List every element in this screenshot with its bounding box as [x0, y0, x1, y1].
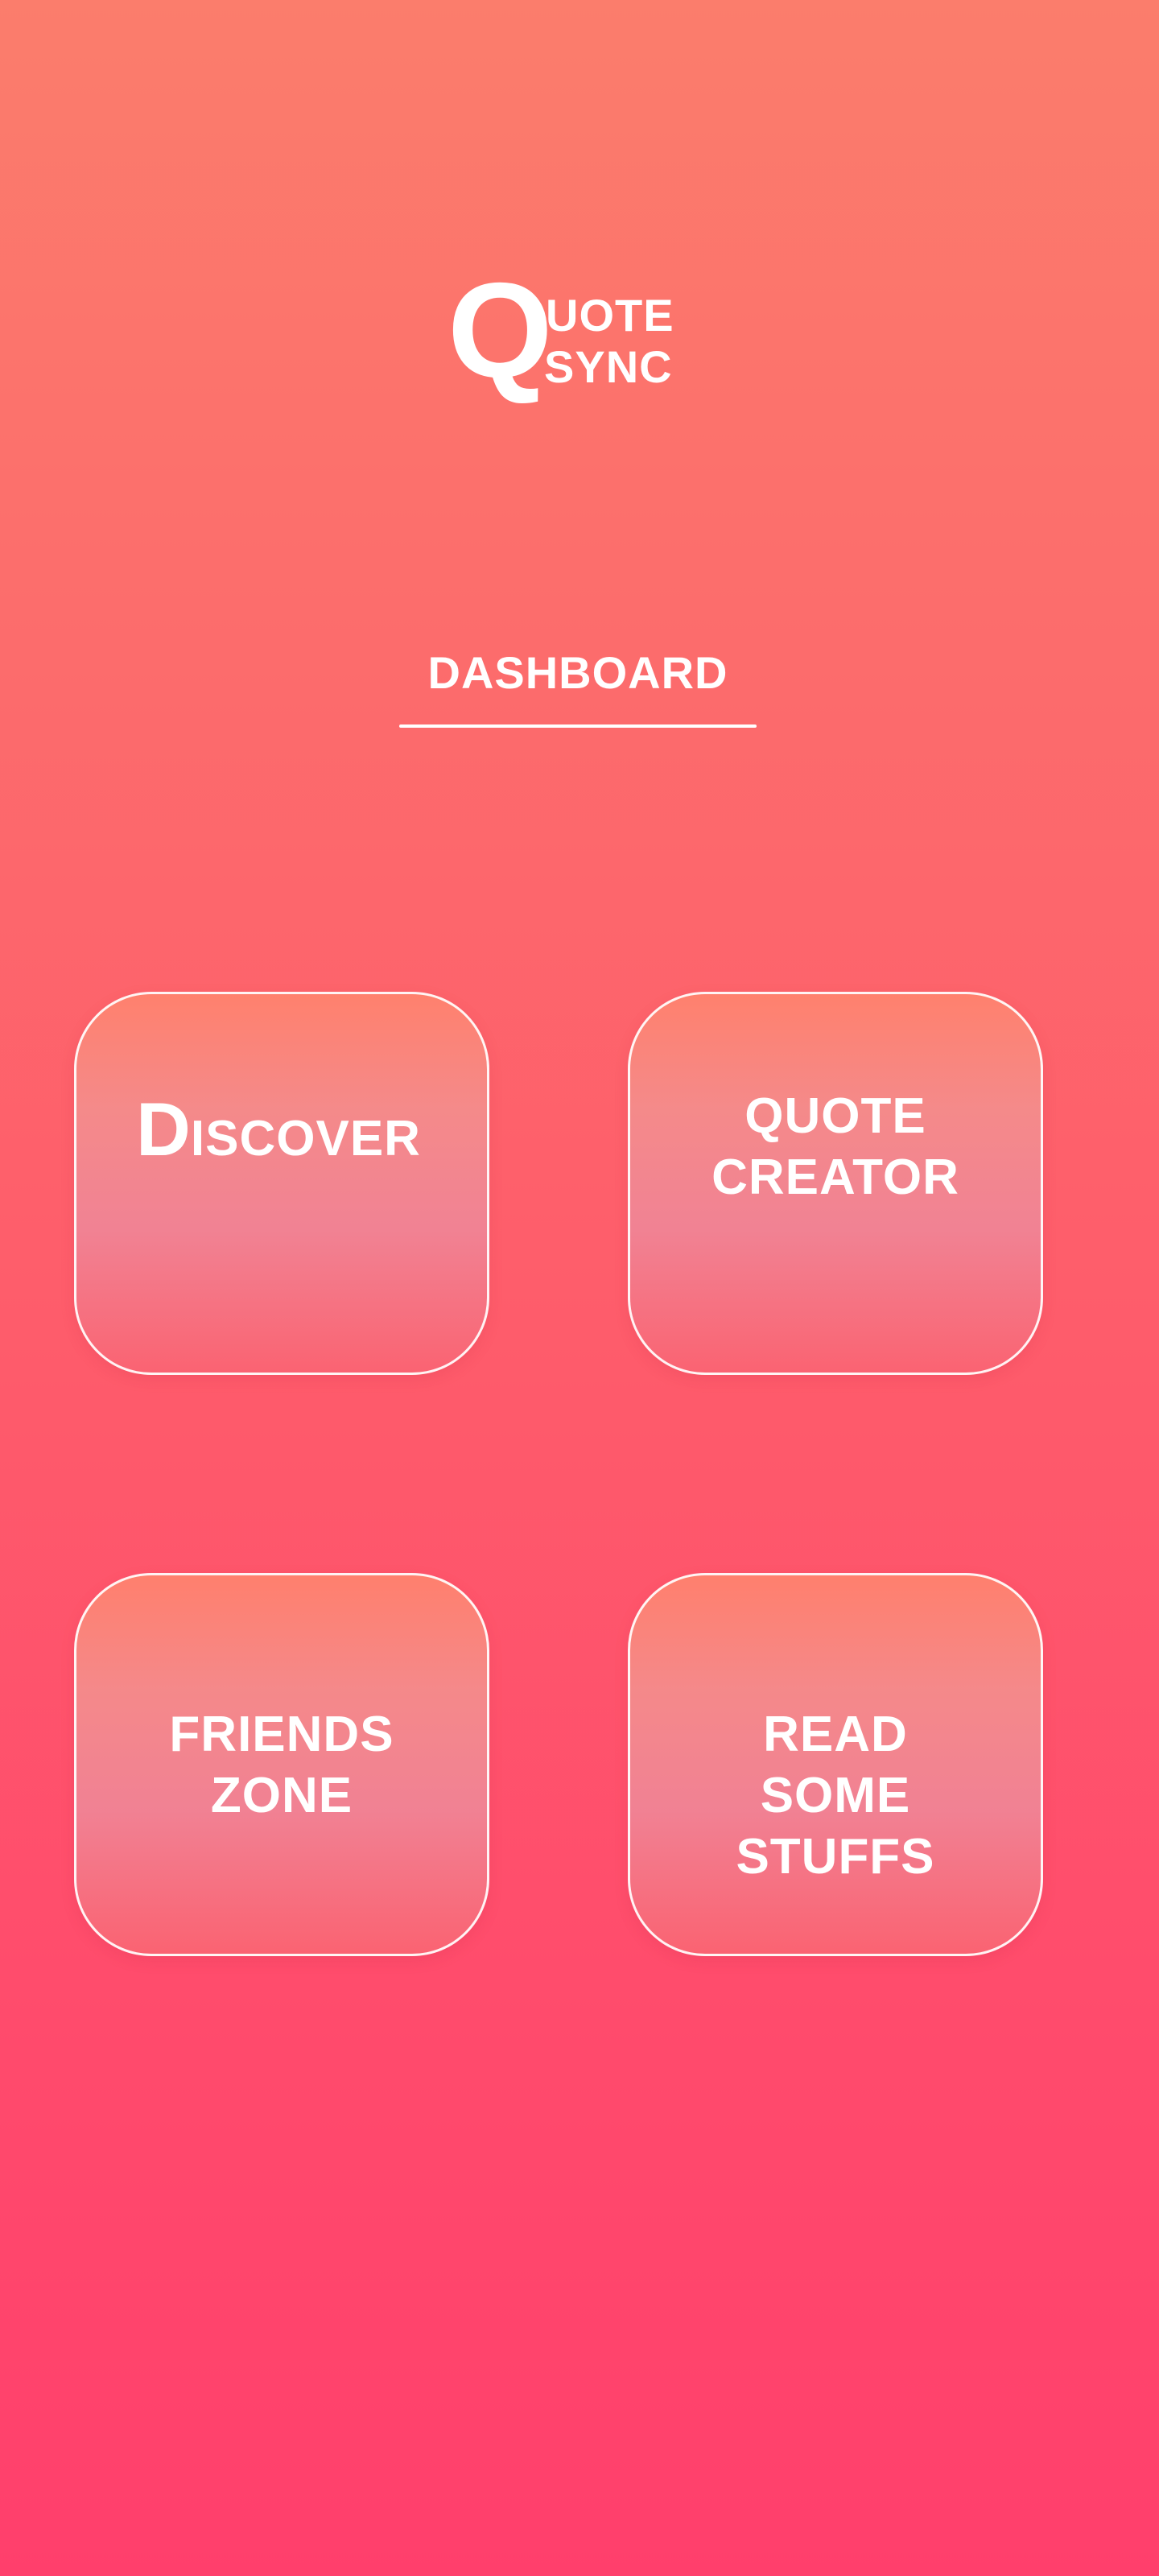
logo-line-2: SYNC	[544, 341, 673, 392]
discover-first-letter: D	[136, 1087, 191, 1171]
title-underline	[399, 724, 757, 728]
dashboard-screen: Q UOTE SYNC DASHBOARD DISCOVER QUOTE CRE…	[0, 0, 1159, 2576]
discover-label: DISCOVER	[136, 1089, 421, 1192]
friends-zone-label: FRIENDS ZONE	[169, 1707, 394, 1823]
page-title: DASHBOARD	[427, 647, 728, 698]
discover-tile[interactable]: DISCOVER	[74, 992, 489, 1375]
logo-big-letter: Q	[448, 254, 553, 406]
read-some-stuffs-label: READ SOME STUFFS	[736, 1707, 935, 1885]
logo-line-1: UOTE	[546, 290, 674, 341]
friends-zone-tile[interactable]: FRIENDS ZONE	[74, 1573, 489, 1956]
discover-rest: ISCOVER	[190, 1111, 421, 1166]
read-some-stuffs-tile[interactable]: READ SOME STUFFS	[628, 1573, 1043, 1956]
app-logo: Q UOTE SYNC	[448, 254, 713, 406]
quote-creator-tile[interactable]: QUOTE CREATOR	[628, 992, 1043, 1375]
quote-creator-label: QUOTE CREATOR	[711, 1088, 959, 1205]
